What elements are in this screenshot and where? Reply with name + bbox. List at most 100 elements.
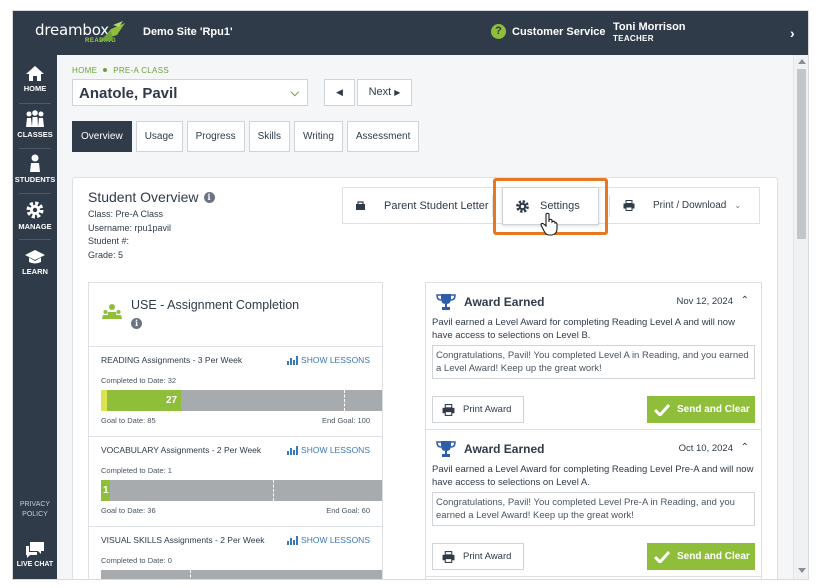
tab-bar: Overview Usage Progress Skills Writing A… bbox=[72, 121, 420, 152]
overview-panel: Student Overview i Class: Pre-A Class Us… bbox=[72, 177, 778, 579]
user-menu[interactable]: Toni Morrison TEACHER bbox=[613, 21, 686, 45]
divider bbox=[609, 195, 610, 217]
assignment-header: USE - Assignment Completion i bbox=[89, 283, 382, 347]
sidebar-item-classes[interactable]: CLASSES bbox=[13, 110, 57, 139]
printer-icon bbox=[442, 550, 455, 563]
previous-student-button[interactable]: ◀ bbox=[324, 79, 355, 106]
student-icon bbox=[30, 154, 40, 172]
chevron-right-icon[interactable]: › bbox=[790, 25, 795, 41]
show-lessons-link[interactable]: SHOW LESSONS bbox=[287, 445, 370, 455]
gear-icon bbox=[516, 199, 529, 213]
divider bbox=[19, 239, 51, 240]
privacy-policy-link[interactable]: PRIVACY POLICY bbox=[13, 500, 57, 520]
vertical-scrollbar[interactable] bbox=[793, 55, 808, 579]
app-window: dreambox READING Demo Site 'Rpu1' ? Cust… bbox=[13, 11, 808, 579]
tab-progress[interactable]: Progress bbox=[186, 121, 245, 152]
progress-bar bbox=[101, 570, 382, 579]
scroll-up-arrow-icon[interactable] bbox=[798, 59, 806, 64]
student-select[interactable]: Anatole, Pavil ⌵ bbox=[72, 79, 308, 106]
award-description: Pavil earned a Level Award for completin… bbox=[432, 317, 735, 341]
progress-value: 27 bbox=[165, 395, 178, 406]
tab-overview[interactable]: Overview bbox=[72, 121, 132, 152]
breadcrumb-home[interactable]: HOME bbox=[72, 66, 97, 75]
printer-icon bbox=[623, 200, 635, 211]
assignment-label: VOCABULARY Assignments - 2 Per Week bbox=[101, 445, 262, 455]
tab-usage[interactable]: Usage bbox=[135, 121, 183, 152]
end-goal: End Goal: 60 bbox=[326, 506, 370, 515]
main-content: HOME PRE-A CLASS Anatole, Pavil ⌵ ◀ Next … bbox=[57, 55, 808, 579]
award-message-field[interactable]: Congratulations, Pavil! You completed Le… bbox=[432, 345, 755, 379]
breadcrumb: HOME PRE-A CLASS bbox=[72, 66, 169, 75]
brand-logo[interactable]: dreambox READING bbox=[35, 19, 125, 47]
gear-icon bbox=[26, 201, 44, 219]
award-title: Award Earned bbox=[464, 442, 545, 456]
chevron-up-icon[interactable]: ⌃ bbox=[741, 295, 749, 306]
sidebar-item-label: CLASSES bbox=[17, 130, 53, 139]
page-title: Student Overview i bbox=[88, 189, 215, 205]
show-lessons-label: SHOW LESSONS bbox=[301, 535, 370, 545]
breadcrumb-current[interactable]: PRE-A CLASS bbox=[113, 66, 169, 75]
site-name: Demo Site 'Rpu1' bbox=[143, 26, 233, 38]
completed-to-date: Completed to Date: 1 bbox=[101, 466, 172, 475]
print-download-button[interactable]: Print / Download ⌄ bbox=[623, 188, 741, 223]
print-award-button[interactable]: Print Award bbox=[432, 543, 524, 570]
print-award-label: Print Award bbox=[463, 551, 512, 562]
sidebar: HOME CLASSES STUDENTS MANAGE LEARN PRIVA… bbox=[13, 55, 57, 579]
send-and-clear-button[interactable]: Send and Clear bbox=[647, 396, 755, 423]
show-lessons-label: SHOW LESSONS bbox=[301, 355, 370, 365]
scrollbar-thumb[interactable] bbox=[797, 69, 806, 239]
next-student-button[interactable]: Next ▶ bbox=[357, 79, 412, 106]
home-icon bbox=[26, 66, 44, 81]
scroll-down-arrow-icon[interactable] bbox=[798, 568, 806, 573]
show-lessons-link[interactable]: SHOW LESSONS bbox=[287, 355, 370, 365]
chat-icon bbox=[26, 542, 44, 558]
goal-marker bbox=[272, 480, 274, 501]
award-title: Award Earned bbox=[464, 295, 545, 309]
customer-service-label: Customer Service bbox=[512, 25, 606, 38]
chevron-down-icon: ⌄ bbox=[734, 201, 742, 210]
grade-line: Grade: 5 bbox=[88, 249, 124, 260]
tab-assessment[interactable]: Assessment bbox=[346, 121, 420, 152]
sidebar-item-label: STUDENTS bbox=[14, 175, 56, 184]
progress-sliver bbox=[101, 390, 107, 411]
privacy-line: PRIVACY bbox=[19, 501, 51, 508]
assignment-label: VISUAL SKILLS Assignments - 2 Per Week bbox=[101, 535, 265, 545]
bar-chart-icon bbox=[287, 445, 299, 455]
sidebar-item-home[interactable]: HOME bbox=[13, 65, 57, 93]
tab-writing[interactable]: Writing bbox=[293, 121, 343, 152]
chevron-up-icon[interactable]: ⌃ bbox=[741, 442, 749, 453]
award-message-field[interactable]: Congratulations, Pavil! You completed Le… bbox=[432, 492, 755, 526]
tab-skills[interactable]: Skills bbox=[248, 121, 290, 152]
sidebar-item-students[interactable]: STUDENTS bbox=[13, 154, 57, 184]
sidebar-item-label: LEARN bbox=[22, 267, 48, 276]
end-goal: End Goal: 100 bbox=[322, 416, 370, 425]
show-lessons-link[interactable]: SHOW LESSONS bbox=[287, 535, 370, 545]
info-icon[interactable]: i bbox=[131, 318, 142, 329]
print-download-label: Print / Download bbox=[653, 200, 727, 211]
divider bbox=[19, 103, 51, 104]
customer-service-link[interactable]: ? Customer Service bbox=[491, 24, 606, 39]
progress-value: 1 bbox=[103, 485, 109, 496]
print-award-button[interactable]: Print Award bbox=[432, 396, 524, 423]
awards-panel: Award Earned Nov 12, 2024 ⌃ Pavil earned… bbox=[425, 282, 762, 579]
letter-icon bbox=[356, 200, 365, 210]
award-card: Award Earned Oct 10, 2024 ⌃ Pavil earned… bbox=[426, 430, 761, 577]
send-and-clear-label: Send and Clear bbox=[677, 404, 750, 415]
assignment-completion-panel: USE - Assignment Completion i READING As… bbox=[88, 282, 383, 579]
info-icon[interactable]: i bbox=[203, 191, 215, 203]
classes-icon bbox=[26, 110, 44, 127]
parent-student-letter-button[interactable]: Parent Student Letter bbox=[355, 188, 489, 223]
send-and-clear-button[interactable]: Send and Clear bbox=[647, 543, 755, 570]
assignment-row: VOCABULARY Assignments - 2 Per Week SHOW… bbox=[89, 437, 382, 527]
sidebar-item-learn[interactable]: LEARN bbox=[13, 249, 57, 276]
live-chat-button[interactable]: LIVE CHAT bbox=[13, 541, 57, 568]
sidebar-item-manage[interactable]: MANAGE bbox=[13, 200, 57, 231]
trophy-icon bbox=[436, 294, 456, 310]
book-logo-icon bbox=[99, 21, 125, 41]
divider bbox=[19, 148, 51, 149]
progress-bar: 1 bbox=[101, 480, 382, 501]
student-details: Class: Pre-A Class Username: rpu1pavil S… bbox=[88, 208, 171, 262]
caret-left-icon: ◀ bbox=[336, 87, 343, 97]
action-bar: Parent Student Letter Settings Print / D… bbox=[342, 178, 760, 236]
award-date: Nov 12, 2024 bbox=[676, 296, 733, 307]
